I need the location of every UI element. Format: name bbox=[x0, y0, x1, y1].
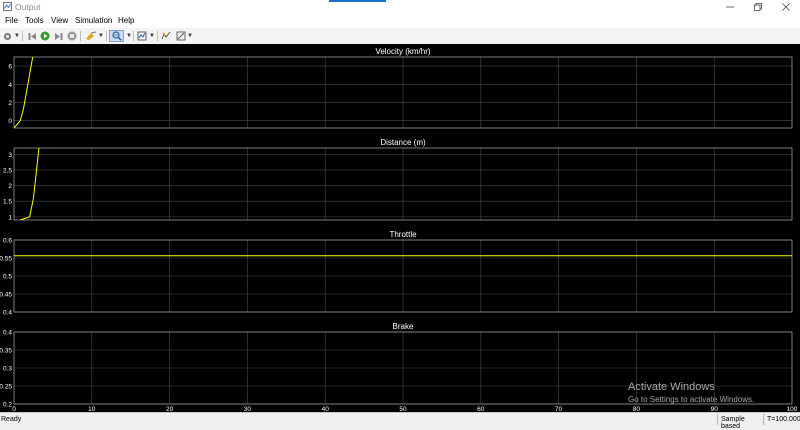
menu-view[interactable]: View bbox=[51, 16, 68, 25]
measurements-icon bbox=[176, 31, 185, 41]
highlight-icon bbox=[85, 31, 96, 40]
sampling-mode: Sample based bbox=[717, 414, 763, 430]
highlight-button[interactable] bbox=[84, 30, 97, 42]
y-tick-label: 0.55 bbox=[0, 256, 12, 263]
y-tick-label: 2 bbox=[8, 183, 12, 190]
y-tick-label: 0.4 bbox=[3, 330, 12, 337]
toolbar-separator bbox=[80, 31, 81, 41]
plot-title: Distance (m) bbox=[380, 138, 426, 147]
y-tick-label: 3 bbox=[8, 152, 12, 159]
y-tick-label: 0.2 bbox=[3, 402, 12, 409]
run-button[interactable] bbox=[39, 30, 51, 42]
step-forward-button[interactable] bbox=[53, 30, 64, 42]
stop-button[interactable] bbox=[66, 30, 77, 42]
plot-title: Brake bbox=[393, 322, 414, 331]
signal-trace bbox=[20, 148, 40, 220]
y-tick-label: 6 bbox=[8, 64, 12, 71]
y-tick-label: 0.4 bbox=[3, 310, 12, 317]
y-tick-label: 0 bbox=[8, 118, 12, 125]
restore-icon bbox=[754, 3, 762, 11]
menu-file[interactable]: File bbox=[5, 16, 18, 25]
y-tick-label: 2.5 bbox=[3, 167, 12, 174]
simulation-time: T=100.000 bbox=[763, 414, 800, 425]
y-tick-label: 0.6 bbox=[3, 238, 12, 245]
toolbar-separator bbox=[22, 31, 23, 41]
y-tick-label: 1 bbox=[8, 214, 12, 221]
watermark-line2: Go to Settings to activate Windows. bbox=[628, 395, 755, 404]
menu-simulation[interactable]: Simulation bbox=[75, 16, 112, 25]
y-tick-label: 0.5 bbox=[3, 274, 12, 281]
settings-dropdown-icon[interactable]: ▼ bbox=[14, 33, 20, 39]
status-bar: Ready Sample based T=100.000 bbox=[0, 412, 800, 430]
toolbar-separator bbox=[133, 31, 134, 41]
menu-tools[interactable]: Tools bbox=[25, 16, 44, 25]
autoscale-icon bbox=[137, 31, 147, 41]
menu-help[interactable]: Help bbox=[118, 16, 134, 25]
run-icon bbox=[40, 31, 50, 41]
y-tick-label: 0.25 bbox=[0, 384, 12, 391]
scope-plot-area: Velocity (km/hr) 0 2 4 6 Distance (m) 1 1.5 2 2.5… bbox=[0, 44, 800, 412]
minimize-icon bbox=[726, 6, 734, 8]
scope-app-icon bbox=[3, 2, 12, 11]
measurements-dropdown-icon[interactable]: ▼ bbox=[187, 33, 193, 39]
measurements-button[interactable] bbox=[175, 30, 186, 42]
step-back-button[interactable] bbox=[26, 30, 37, 42]
y-tick-label: 4 bbox=[8, 82, 12, 89]
step-back-icon bbox=[28, 32, 36, 40]
y-tick-label: 1.5 bbox=[3, 199, 12, 206]
zoom-icon bbox=[111, 31, 122, 41]
signal-selector-button[interactable] bbox=[160, 30, 172, 42]
highlight-dropdown-icon[interactable]: ▼ bbox=[98, 33, 104, 39]
menu-bar: File Tools View Simulation Help bbox=[0, 14, 800, 28]
restore-button[interactable] bbox=[744, 0, 772, 14]
zoom-button[interactable] bbox=[109, 30, 124, 42]
signal-trace bbox=[14, 57, 34, 128]
minimize-button[interactable] bbox=[716, 0, 744, 14]
toolbar: ▼ ▼ ▼ ▼ ▼ bbox=[0, 28, 800, 45]
activate-windows-watermark: Activate Windows Go to Settings to activ… bbox=[628, 381, 754, 404]
window-title: Output bbox=[15, 2, 41, 12]
autoscale-button[interactable] bbox=[136, 30, 148, 42]
y-tick-label: 0.3 bbox=[3, 366, 12, 373]
plot-title: Throttle bbox=[389, 230, 417, 239]
zoom-dropdown-icon[interactable]: ▼ bbox=[126, 33, 132, 39]
settings-icon bbox=[4, 32, 11, 40]
scope-plots: Velocity (km/hr) 0 2 4 6 Distance (m) 1 1.5 2 2.5… bbox=[0, 47, 798, 412]
step-forward-icon bbox=[54, 32, 62, 40]
title-bar: Output bbox=[0, 0, 800, 14]
signal-selector-icon bbox=[161, 31, 171, 40]
status-ready-text: Ready bbox=[1, 416, 22, 423]
toolbar-separator bbox=[157, 31, 158, 41]
watermark-line1: Activate Windows bbox=[628, 381, 715, 393]
title-accent-bar bbox=[329, 0, 386, 2]
stop-icon bbox=[67, 31, 76, 41]
close-icon bbox=[782, 3, 790, 11]
y-tick-label: 0.45 bbox=[0, 292, 12, 299]
y-tick-label: 2 bbox=[8, 100, 12, 107]
toolbar-separator bbox=[106, 31, 107, 41]
y-tick-label: 0.35 bbox=[0, 348, 12, 355]
autoscale-dropdown-icon[interactable]: ▼ bbox=[149, 33, 155, 39]
settings-button[interactable] bbox=[2, 30, 13, 42]
close-button[interactable] bbox=[772, 0, 800, 14]
plot-title: Velocity (km/hr) bbox=[375, 47, 430, 56]
